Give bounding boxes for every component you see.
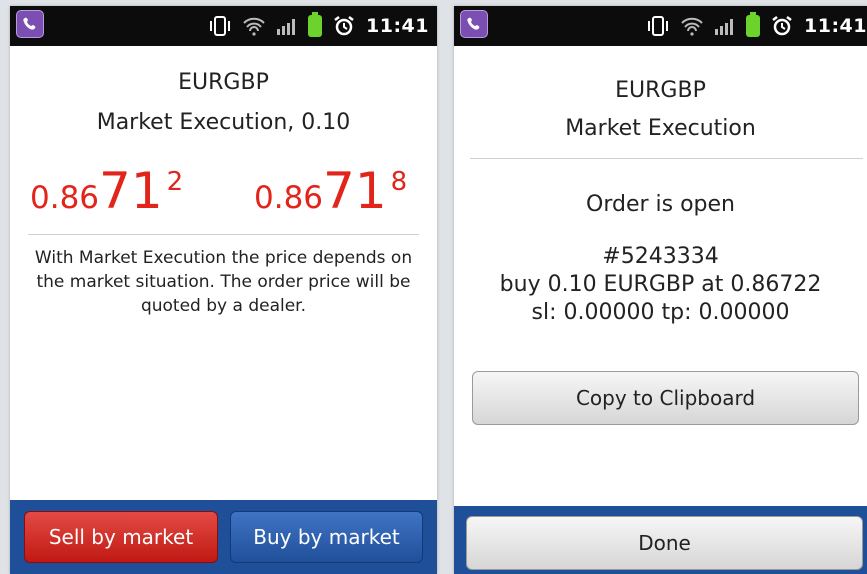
buy-price-small: 8 (390, 167, 408, 197)
sell-by-market-button[interactable]: Sell by market (24, 511, 218, 563)
order-status: Order is open (586, 192, 735, 217)
sell-price-big: 71 (99, 162, 163, 220)
clock: 11:41 (366, 15, 429, 37)
action-bar: Sell by market Buy by market (10, 500, 437, 574)
divider (470, 158, 863, 159)
execution-subtitle: Market Execution, 0.10 (96, 110, 351, 135)
symbol-title: EURGBP (615, 78, 706, 103)
vibrate-icon (648, 16, 669, 36)
sell-price-small: 2 (166, 167, 184, 197)
buy-by-market-button[interactable]: Buy by market (230, 511, 423, 563)
status-bar: 11:41 (10, 6, 437, 46)
order-detail: buy 0.10 EURGBP at 0.86722 (499, 272, 822, 297)
battery-icon (308, 12, 323, 37)
status-bar: 11:41 (454, 6, 867, 46)
done-button[interactable]: Done (466, 516, 863, 570)
buy-price-prefix: 0.86 (254, 180, 324, 216)
viber-icon[interactable] (16, 10, 44, 38)
clock: 11:41 (804, 15, 867, 37)
alarm-icon (334, 16, 354, 36)
wifi-icon (681, 17, 703, 36)
execution-subtitle: Market Execution (565, 116, 756, 141)
battery-icon (746, 12, 761, 37)
copy-to-clipboard-button[interactable]: Copy to Clipboard (472, 371, 859, 425)
viber-icon[interactable] (460, 10, 488, 38)
buy-price-big: 71 (323, 162, 387, 220)
buy-price[interactable]: 0.8671 8 (254, 162, 407, 220)
right-screen: 11:41 EURGBP Market Execution Order is o… (454, 6, 867, 574)
action-bar: Done (454, 506, 867, 574)
divider (28, 234, 419, 235)
sl-tp: sl: 0.00000 tp: 0.00000 (531, 300, 790, 325)
signal-icon (715, 19, 734, 35)
symbol-title: EURGBP (178, 70, 269, 95)
vibrate-icon (210, 16, 231, 36)
left-screen: 11:41 EURGBP Market Execution, 0.10 0.86… (10, 6, 437, 574)
order-id: #5243334 (602, 244, 719, 269)
alarm-icon (772, 16, 792, 36)
signal-icon (277, 19, 296, 35)
execution-info: With Market Execution the price depends … (34, 248, 413, 316)
sell-price-prefix: 0.86 (30, 180, 100, 216)
sell-price[interactable]: 0.8671 2 (30, 162, 183, 220)
wifi-icon (243, 17, 265, 36)
